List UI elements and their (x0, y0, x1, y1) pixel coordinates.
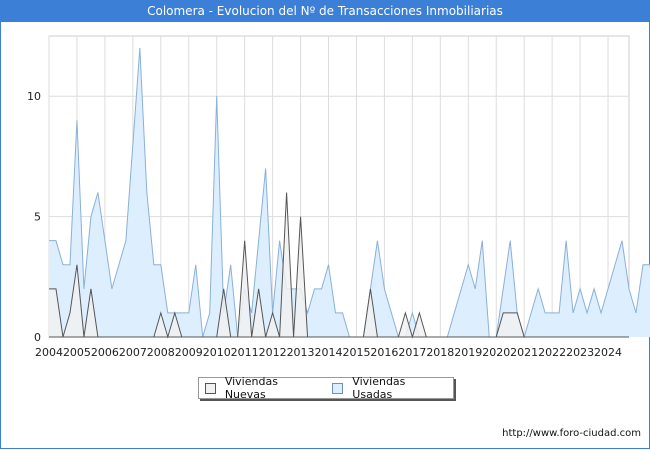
x-tick-label: 2013 (287, 346, 315, 359)
source-link[interactable]: http://www.foro-ciudad.com (502, 428, 641, 439)
x-tick-label: 2019 (454, 346, 482, 359)
legend-item-nuevas: Viviendas Nuevas (205, 375, 320, 401)
x-tick-label: 2020 (482, 346, 510, 359)
legend: Viviendas Nuevas Viviendas Usadas (198, 375, 454, 401)
x-tick-label: 2009 (175, 346, 203, 359)
x-tick-label: 2022 (538, 346, 566, 359)
x-tick-label: 2010 (203, 346, 231, 359)
x-tick-label: 2018 (426, 346, 454, 359)
x-tick-label: 2021 (510, 346, 538, 359)
y-tick-label: 0 (34, 331, 41, 344)
x-tick-label: 2005 (63, 346, 91, 359)
x-tick-label: 2024 (594, 346, 622, 359)
x-tick-label: 2017 (398, 346, 426, 359)
legend-item-usadas: Viviendas Usadas (332, 375, 447, 401)
x-tick-label: 2016 (370, 346, 398, 359)
x-tick-label: 2012 (259, 346, 287, 359)
x-tick-label: 2006 (91, 346, 119, 359)
y-tick-label: 5 (34, 211, 41, 224)
legend-label-nuevas: Viviendas Nuevas (224, 375, 278, 401)
x-tick-label: 2007 (119, 346, 147, 359)
legend-label-usadas: Viviendas Usadas (352, 375, 406, 401)
x-tick-label: 2015 (342, 346, 370, 359)
legend-swatch-usadas (332, 382, 344, 394)
x-tick-label: 2008 (147, 346, 175, 359)
y-tick-label: 10 (27, 90, 41, 103)
x-tick-label: 2014 (315, 346, 343, 359)
x-tick-label: 2023 (566, 346, 594, 359)
legend-swatch-nuevas (205, 382, 216, 394)
x-tick-label: 2011 (231, 346, 259, 359)
x-tick-label: 2004 (35, 346, 63, 359)
